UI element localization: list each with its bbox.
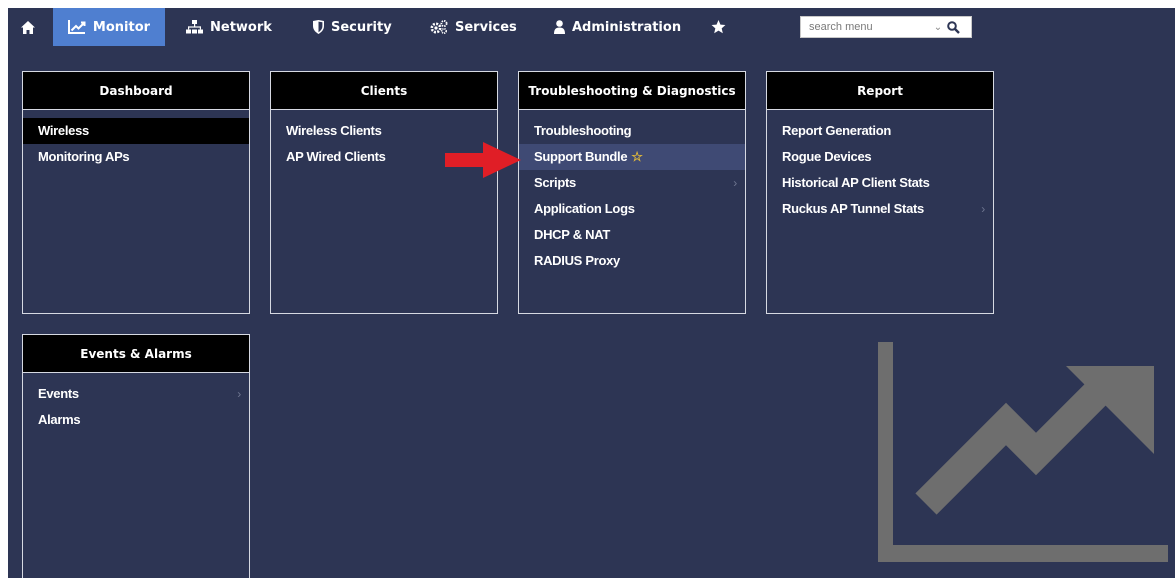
line-chart-icon	[67, 20, 86, 34]
home-icon	[21, 20, 35, 34]
card-title-clients: Clients	[271, 72, 497, 110]
favorite-star-icon[interactable]: ☆	[631, 149, 643, 164]
trending-chart-icon	[878, 342, 1168, 562]
nav-tab-monitor[interactable]: Monitor	[53, 8, 165, 46]
menu-item-report-generation[interactable]: Report Generation	[767, 118, 993, 144]
home-button[interactable]	[18, 8, 38, 46]
chevron-down-icon[interactable]: ⌄	[931, 22, 945, 33]
user-icon	[554, 20, 565, 34]
menu-item-label: RADIUS Proxy	[534, 253, 620, 268]
menu-item-wireless-clients[interactable]: Wireless Clients	[271, 118, 497, 144]
nav-label-services: Services	[455, 19, 517, 35]
red-arrow-icon	[445, 142, 521, 178]
menu-item-label: Wireless	[38, 123, 89, 138]
top-navigation-bar: Monitor Network Security Services Admini…	[8, 8, 1175, 46]
chevron-right-icon: ›	[981, 202, 985, 216]
nav-tab-network[interactable]: Network	[186, 8, 272, 46]
menu-item-label: Historical AP Client Stats	[782, 175, 930, 190]
menu-item-label: Scripts	[534, 175, 576, 190]
menu-item-monitoring-aps[interactable]: Monitoring APs	[23, 144, 249, 170]
app-window: Monitor Network Security Services Admini…	[8, 8, 1175, 578]
nav-label-security: Security	[331, 19, 392, 35]
menu-item-events[interactable]: Events ›	[23, 381, 249, 407]
menu-item-application-logs[interactable]: Application Logs	[519, 196, 745, 222]
chevron-right-icon: ›	[237, 387, 241, 401]
report-menu-card: Report Report Generation Rogue Devices H…	[766, 71, 994, 314]
menu-item-label: Wireless Clients	[286, 123, 382, 138]
menu-item-label: Support Bundle	[534, 149, 628, 164]
menu-item-label: AP Wired Clients	[286, 149, 386, 164]
nav-label-network: Network	[210, 19, 272, 35]
menu-item-wireless[interactable]: Wireless	[23, 118, 249, 144]
menu-item-label: Alarms	[38, 412, 81, 427]
clients-menu-card: Clients Wireless Clients AP Wired Client…	[270, 71, 498, 314]
nav-tab-services[interactable]: Services	[430, 8, 517, 46]
gears-icon	[430, 20, 448, 34]
menu-item-label: Ruckus AP Tunnel Stats	[782, 201, 924, 216]
shield-icon	[313, 20, 324, 34]
menu-item-support-bundle[interactable]: Support Bundle ☆	[519, 144, 745, 170]
troubleshooting-menu-card: Troubleshooting & Diagnostics Troublesho…	[518, 71, 746, 314]
sitemap-icon	[186, 20, 203, 34]
nav-label-monitor: Monitor	[92, 19, 151, 35]
search-icon[interactable]	[947, 20, 960, 34]
search-menu-box: ⌄	[800, 16, 972, 38]
menu-item-scripts[interactable]: Scripts ›	[519, 170, 745, 196]
menu-item-label: DHCP & NAT	[534, 227, 610, 242]
menu-item-alarms[interactable]: Alarms	[23, 407, 249, 433]
nav-label-administration: Administration	[572, 19, 682, 35]
menu-item-troubleshooting[interactable]: Troubleshooting	[519, 118, 745, 144]
menu-item-label: Troubleshooting	[534, 123, 632, 138]
card-title-events-alarms: Events & Alarms	[23, 335, 249, 373]
nav-tab-security[interactable]: Security	[313, 8, 392, 46]
menu-item-ruckus-ap-tunnel-stats[interactable]: Ruckus AP Tunnel Stats ›	[767, 196, 993, 222]
star-icon	[711, 20, 726, 34]
card-title-dashboard: Dashboard	[23, 72, 249, 110]
menu-item-label: Application Logs	[534, 201, 635, 216]
favorites-button[interactable]	[711, 8, 726, 46]
menu-item-radius-proxy[interactable]: RADIUS Proxy	[519, 248, 745, 274]
menu-item-label: Report Generation	[782, 123, 892, 138]
menu-item-label: Rogue Devices	[782, 149, 872, 164]
chevron-right-icon: ›	[733, 176, 737, 190]
nav-tab-administration[interactable]: Administration	[554, 8, 681, 46]
card-title-troubleshooting: Troubleshooting & Diagnostics	[519, 72, 745, 110]
menu-item-label: Events	[38, 386, 79, 401]
menu-item-label: Monitoring APs	[38, 149, 130, 164]
card-title-report: Report	[767, 72, 993, 110]
menu-item-dhcp-nat[interactable]: DHCP & NAT	[519, 222, 745, 248]
menu-item-rogue-devices[interactable]: Rogue Devices	[767, 144, 993, 170]
events-alarms-menu-card: Events & Alarms Events › Alarms	[22, 334, 250, 578]
search-input[interactable]	[801, 18, 927, 36]
dashboard-menu-card: Dashboard Wireless Monitoring APs	[22, 71, 250, 314]
menu-item-historical-ap-client-stats[interactable]: Historical AP Client Stats	[767, 170, 993, 196]
